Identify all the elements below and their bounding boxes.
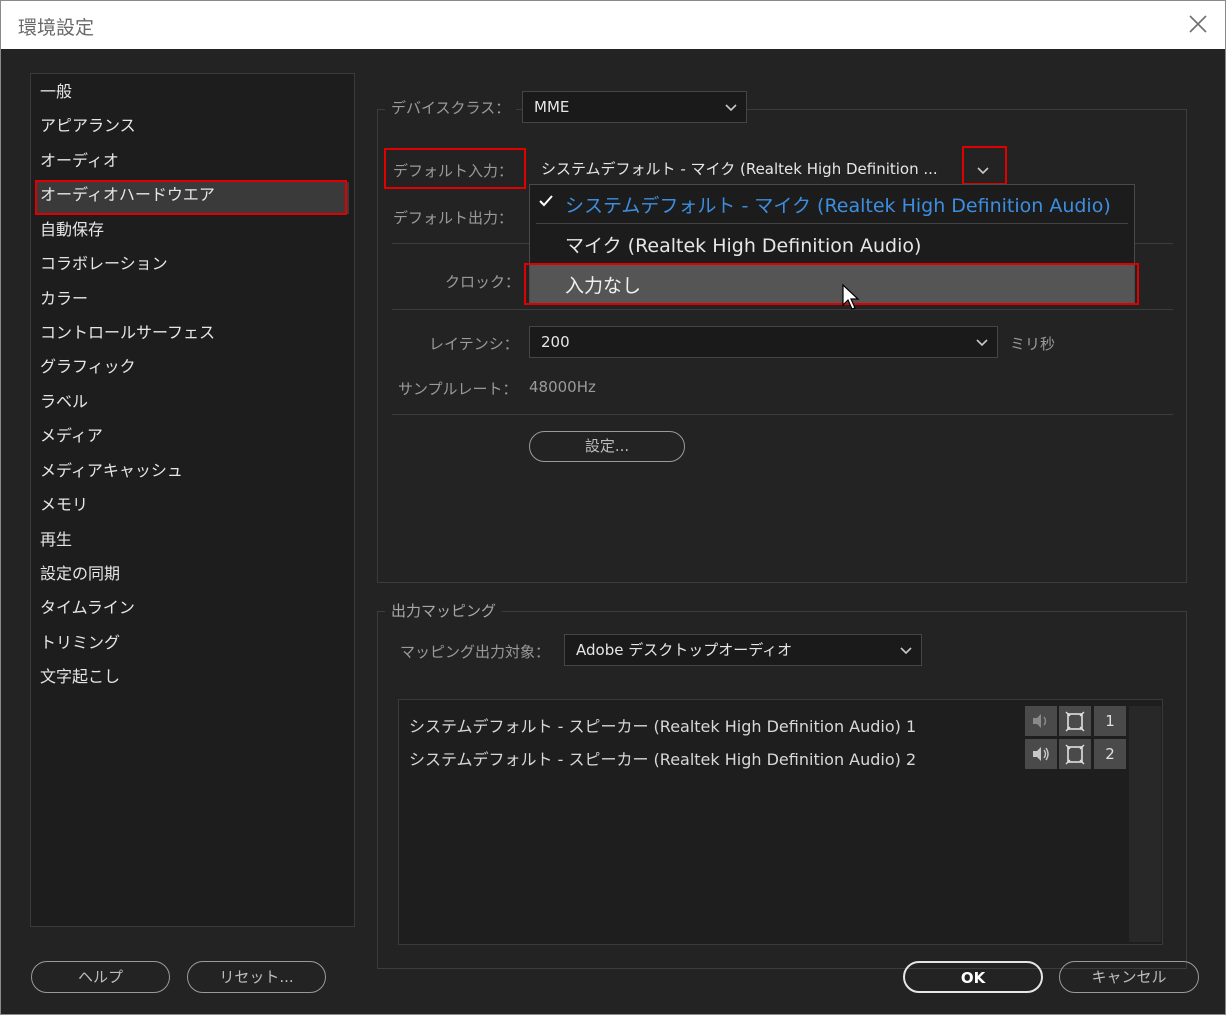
window-title: 環境設定 (18, 17, 95, 39)
default-input-label: デフォルト入力： (393, 162, 514, 180)
output-mapping-label: 出力マッピング (385, 600, 503, 621)
cancel-button[interactable]: キャンセル (1059, 961, 1199, 993)
divider (392, 309, 1173, 310)
sidebar-item-trim[interactable]: トリミング (40, 630, 120, 656)
sidebar-item-media-cache[interactable]: メディアキャッシュ (40, 458, 183, 484)
latency-value: 200 (541, 333, 570, 351)
menu-item-mic[interactable]: マイク (Realtek High Definition Audio) (530, 225, 1134, 263)
reset-button[interactable]: リセット... (187, 961, 326, 993)
chevron-down-icon (976, 339, 988, 347)
settings-button[interactable]: 設定... (529, 431, 685, 462)
ok-button[interactable]: OK (903, 961, 1043, 993)
speaker-mute-icon[interactable] (1025, 706, 1057, 736)
sidebar-item-audio-hardware[interactable]: オーディオハードウエア (40, 182, 215, 208)
device-class-dropdown[interactable]: MME (522, 91, 747, 123)
list-item[interactable]: システムデフォルト - スピーカー (Realtek High Definiti… (409, 746, 916, 770)
sidebar-item-control-surface[interactable]: コントロールサーフェス (40, 320, 215, 346)
sample-rate-value: 48000Hz (529, 378, 596, 396)
chevron-down-icon (900, 647, 912, 655)
sidebar-item-transcription[interactable]: 文字起こし (40, 664, 120, 690)
channel-number: 1 (1094, 706, 1126, 736)
default-input-dropdown[interactable]: システムデフォルト - マイク (Realtek High Definition… (529, 153, 1003, 187)
sidebar-item-color[interactable]: カラー (40, 286, 88, 312)
title-bar: 環境設定 (1, 1, 1225, 49)
channel-frame-icon[interactable] (1059, 706, 1091, 736)
menu-item-label: マイク (Realtek High Definition Audio) (565, 235, 922, 257)
dialog-body: 一般 アピアランス オーディオ オーディオハードウエア 自動保存 コラボレーショ… (1, 49, 1225, 1014)
menu-item-label: システムデフォルト - マイク (Realtek High Definition… (565, 195, 1111, 217)
sidebar-item-graphics[interactable]: グラフィック (40, 354, 136, 380)
device-class-value: MME (534, 98, 570, 116)
sidebar-item-appearance[interactable]: アピアランス (40, 113, 136, 139)
clock-label: クロック： (445, 273, 521, 291)
sample-rate-label: サンプルレート： (398, 380, 518, 398)
sidebar-item-collaboration[interactable]: コラボレーション (40, 251, 168, 277)
device-class-label: デバイスクラス： (385, 97, 517, 118)
menu-item-no-input[interactable]: 入力なし (530, 265, 1134, 303)
sidebar-item-autosave[interactable]: 自動保存 (40, 217, 104, 243)
chevron-down-icon (725, 104, 737, 112)
preferences-dialog: 環境設定 一般 アピアランス オーディオ オーディオハードウエア 自動保存 コラ… (0, 0, 1226, 1015)
latency-dropdown[interactable]: 200 (529, 326, 998, 358)
channel-number: 2 (1094, 739, 1126, 769)
sidebar-item-playback[interactable]: 再生 (40, 527, 72, 553)
menu-item-label: 入力なし (565, 275, 642, 297)
sidebar-item-general[interactable]: 一般 (40, 79, 72, 105)
sidebar-item-sync-settings[interactable]: 設定の同期 (40, 561, 120, 587)
channel-frame-icon[interactable] (1059, 739, 1091, 769)
sidebar-item-timeline[interactable]: タイムライン (40, 595, 135, 621)
sidebar-item-audio[interactable]: オーディオ (40, 148, 119, 174)
default-input-value: システムデフォルト - マイク (Realtek High Definition… (541, 160, 938, 178)
divider (392, 414, 1173, 415)
list-item[interactable]: システムデフォルト - スピーカー (Realtek High Definiti… (409, 713, 916, 737)
sidebar-item-media[interactable]: メディア (40, 423, 103, 449)
help-button[interactable]: ヘルプ (31, 961, 170, 993)
category-sidebar: 一般 アピアランス オーディオ オーディオハードウエア 自動保存 コラボレーショ… (30, 73, 355, 927)
close-icon[interactable] (1181, 7, 1215, 41)
mapping-target-value: Adobe デスクトップオーディオ (576, 641, 793, 659)
mapping-target-label: マッピング出力対象： (400, 643, 551, 661)
latency-label: レイテンシ： (429, 335, 519, 353)
latency-unit: ミリ秒 (1010, 335, 1056, 353)
check-icon (539, 195, 553, 207)
scrollbar-track[interactable] (1129, 706, 1161, 942)
sidebar-item-memory[interactable]: メモリ (40, 492, 88, 518)
default-output-label: デフォルト出力： (393, 209, 514, 227)
chevron-down-icon[interactable] (976, 165, 990, 175)
menu-item-system-default-mic[interactable]: システムデフォルト - マイク (Realtek High Definition… (530, 185, 1134, 223)
mapping-target-dropdown[interactable]: Adobe デスクトップオーディオ (564, 634, 922, 666)
speaker-icon[interactable] (1025, 739, 1057, 769)
default-input-menu: システムデフォルト - マイク (Realtek High Definition… (529, 184, 1135, 304)
sidebar-item-labels[interactable]: ラベル (40, 389, 88, 415)
mouse-cursor-icon (841, 283, 863, 313)
menu-divider (536, 223, 1128, 224)
